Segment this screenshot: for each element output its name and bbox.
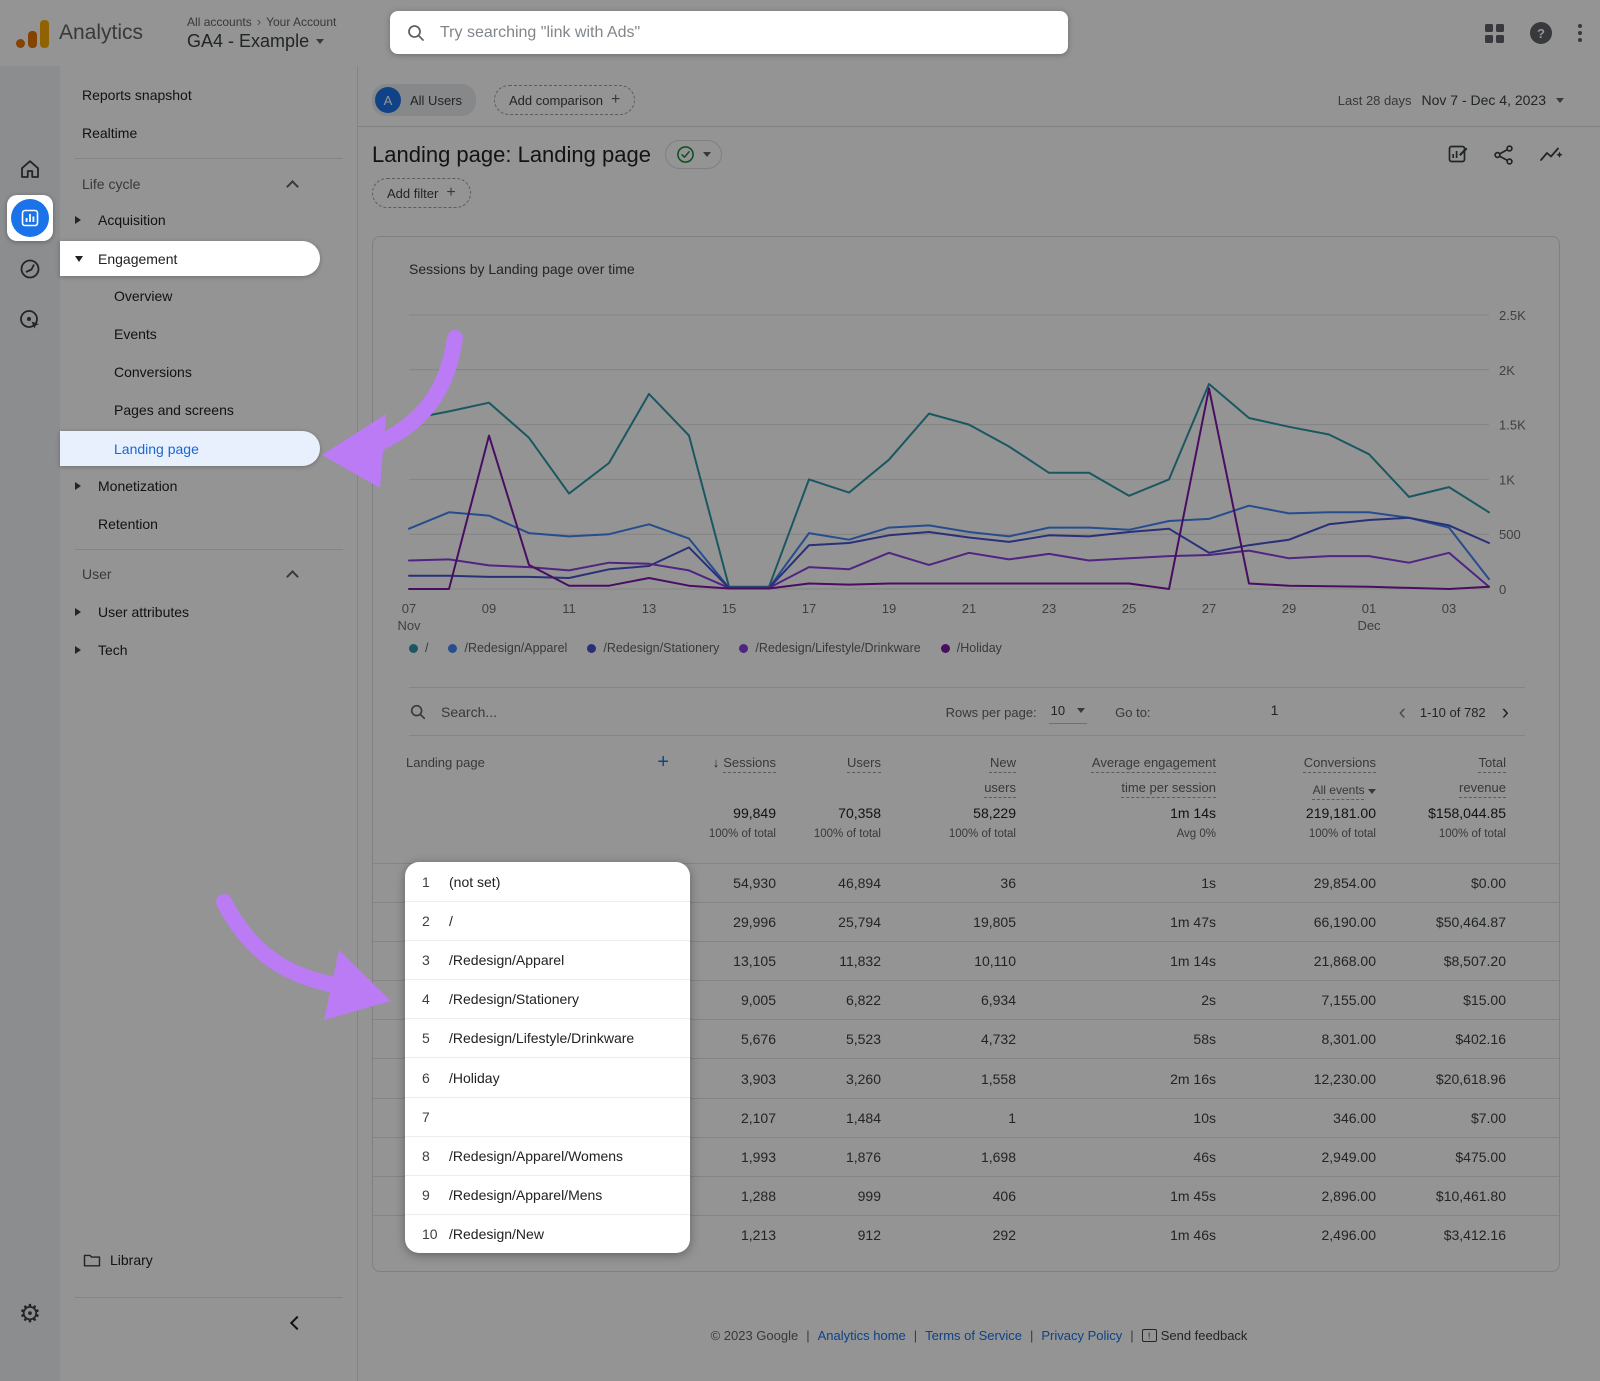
row-landing-page: /Redesign/Apparel/Womens: [449, 1148, 623, 1164]
row-rank: 4: [405, 991, 445, 1007]
row-rank: 5: [405, 1030, 445, 1046]
landing-page-column-spotlight: 1(not set)2/3/Redesign/Apparel4/Redesign…: [405, 862, 690, 1253]
row-landing-page: (not set): [449, 874, 500, 890]
dim-overlay: [0, 0, 1600, 1381]
spotlight-row[interactable]: 7: [405, 1097, 690, 1136]
spotlight-row[interactable]: 8/Redesign/Apparel/Womens: [405, 1136, 690, 1175]
row-landing-page: /Holiday: [449, 1070, 500, 1086]
row-landing-page: /Redesign/Apparel/Mens: [449, 1187, 602, 1203]
spotlight-row[interactable]: 1(not set): [405, 862, 690, 901]
row-rank: 10: [405, 1226, 445, 1242]
collapse-triangle-icon: [75, 256, 89, 262]
row-rank: 6: [405, 1070, 445, 1086]
spotlight-row[interactable]: 6/Holiday: [405, 1057, 690, 1096]
nav-engagement[interactable]: Engagement: [60, 241, 320, 276]
spotlight-row[interactable]: 3/Redesign/Apparel: [405, 940, 690, 979]
row-landing-page: /: [449, 913, 453, 929]
row-rank: 8: [405, 1148, 445, 1164]
nav-landing-page[interactable]: Landing page: [60, 431, 320, 466]
row-rank: 7: [405, 1109, 445, 1125]
search-icon: [406, 23, 426, 43]
spotlight-row[interactable]: 9/Redesign/Apparel/Mens: [405, 1175, 690, 1214]
spotlight-row[interactable]: 2/: [405, 901, 690, 940]
spotlight-row[interactable]: 10/Redesign/New: [405, 1214, 690, 1253]
row-rank: 3: [405, 952, 445, 968]
row-landing-page: /Redesign/Stationery: [449, 991, 579, 1007]
nav-label: Engagement: [98, 251, 177, 267]
search-input[interactable]: [440, 24, 1052, 42]
spotlight-row[interactable]: 5/Redesign/Lifestyle/Drinkware: [405, 1018, 690, 1057]
reports-icon[interactable]: [7, 195, 53, 241]
nav-label: Landing page: [114, 441, 199, 457]
row-rank: 9: [405, 1187, 445, 1203]
reports-icon-circle: [11, 199, 49, 237]
row-landing-page: /Redesign/New: [449, 1226, 544, 1242]
row-rank: 2: [405, 913, 445, 929]
global-search[interactable]: [390, 11, 1068, 54]
row-landing-page: /Redesign/Lifestyle/Drinkware: [449, 1030, 634, 1046]
row-landing-page: /Redesign/Apparel: [449, 952, 564, 968]
row-rank: 1: [405, 874, 445, 890]
spotlight-row[interactable]: 4/Redesign/Stationery: [405, 979, 690, 1018]
